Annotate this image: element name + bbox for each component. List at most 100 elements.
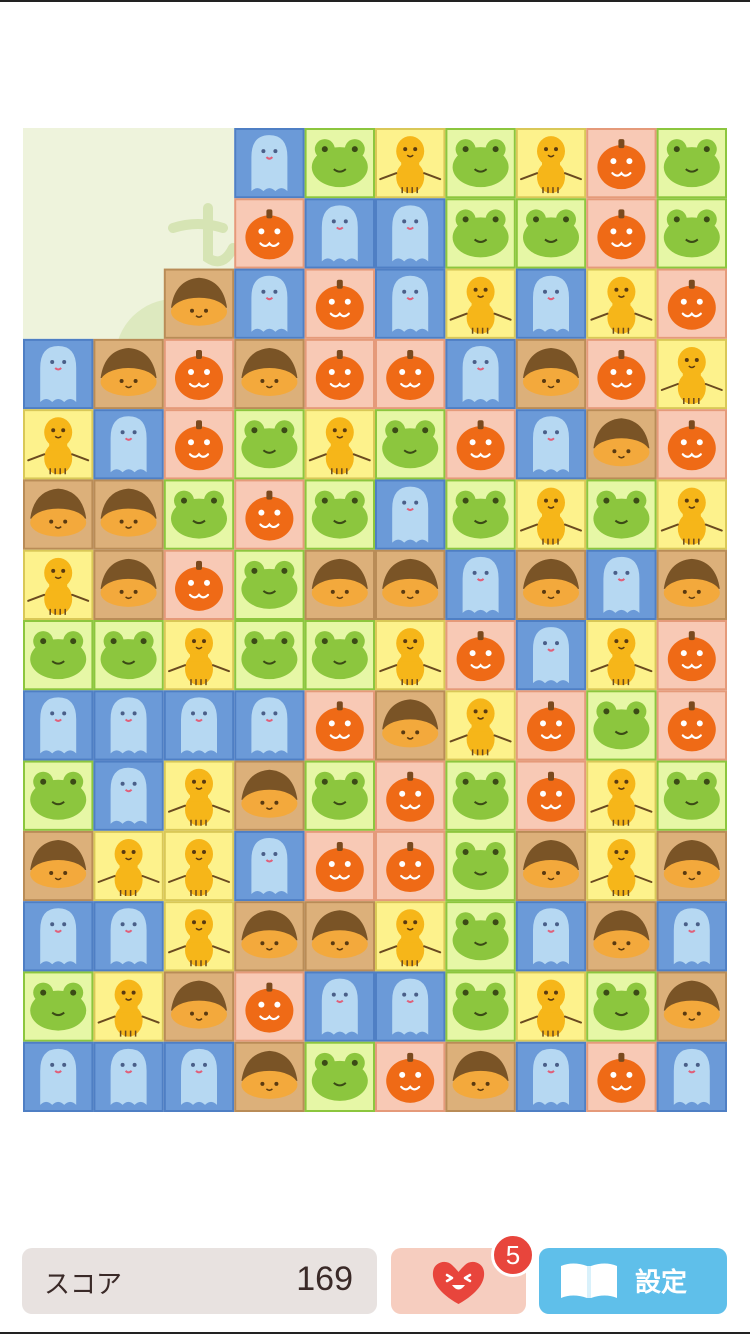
ghost-tile[interactable]: [656, 901, 727, 972]
ghost-tile[interactable]: [515, 409, 587, 480]
ghost-tile[interactable]: [234, 268, 305, 339]
pumpkin-tile[interactable]: [656, 620, 727, 691]
frog-tile[interactable]: [445, 128, 516, 199]
pumpkin-tile[interactable]: [375, 760, 446, 831]
ghost-tile[interactable]: [515, 1041, 587, 1112]
peanut-tile[interactable]: [163, 830, 235, 902]
frog-tile[interactable]: [445, 760, 516, 831]
frog-tile[interactable]: [656, 128, 727, 199]
frog-tile[interactable]: [304, 620, 376, 691]
peanut-tile[interactable]: [656, 479, 727, 550]
frog-tile[interactable]: [656, 760, 727, 831]
ghost-tile[interactable]: [375, 479, 446, 550]
chestnut-tile[interactable]: [304, 901, 376, 972]
pumpkin-tile[interactable]: [234, 479, 305, 550]
frog-tile[interactable]: [304, 760, 376, 831]
ghost-tile[interactable]: [163, 1041, 235, 1112]
frog-tile[interactable]: [304, 1041, 376, 1112]
chestnut-tile[interactable]: [515, 549, 587, 621]
chestnut-tile[interactable]: [163, 268, 235, 339]
ghost-tile[interactable]: [586, 549, 657, 621]
frog-tile[interactable]: [586, 690, 657, 761]
frog-tile[interactable]: [586, 971, 657, 1042]
peanut-tile[interactable]: [445, 690, 516, 761]
pumpkin-tile[interactable]: [375, 338, 446, 410]
pumpkin-tile[interactable]: [586, 198, 657, 269]
ghost-tile[interactable]: [93, 760, 164, 831]
frog-tile[interactable]: [375, 409, 446, 480]
ghost-tile[interactable]: [375, 268, 446, 339]
pumpkin-tile[interactable]: [445, 409, 516, 480]
ghost-tile[interactable]: [93, 690, 164, 761]
pumpkin-tile[interactable]: [163, 338, 235, 410]
ghost-tile[interactable]: [304, 198, 376, 269]
pumpkin-tile[interactable]: [163, 549, 235, 621]
frog-tile[interactable]: [163, 479, 235, 550]
ghost-tile[interactable]: [23, 690, 94, 761]
ghost-tile[interactable]: [93, 901, 164, 972]
pumpkin-tile[interactable]: [163, 409, 235, 480]
pumpkin-tile[interactable]: [656, 268, 727, 339]
pumpkin-tile[interactable]: [586, 338, 657, 410]
chestnut-tile[interactable]: [304, 549, 376, 621]
pumpkin-tile[interactable]: [234, 971, 305, 1042]
pumpkin-tile[interactable]: [586, 128, 657, 199]
frog-tile[interactable]: [445, 971, 516, 1042]
ghost-tile[interactable]: [163, 690, 235, 761]
pumpkin-tile[interactable]: [586, 1041, 657, 1112]
game-board[interactable]: [23, 128, 727, 1112]
peanut-tile[interactable]: [375, 901, 446, 972]
frog-tile[interactable]: [586, 479, 657, 550]
peanut-tile[interactable]: [515, 971, 587, 1042]
chestnut-tile[interactable]: [656, 549, 727, 621]
chestnut-tile[interactable]: [586, 409, 657, 480]
peanut-tile[interactable]: [445, 268, 516, 339]
frog-tile[interactable]: [515, 198, 587, 269]
frog-tile[interactable]: [304, 128, 376, 199]
peanut-tile[interactable]: [515, 479, 587, 550]
peanut-tile[interactable]: [23, 549, 94, 621]
chestnut-tile[interactable]: [515, 830, 587, 902]
peanut-tile[interactable]: [586, 830, 657, 902]
chestnut-tile[interactable]: [234, 1041, 305, 1112]
chestnut-tile[interactable]: [93, 338, 164, 410]
frog-tile[interactable]: [445, 901, 516, 972]
settings-button[interactable]: 設定: [539, 1248, 727, 1314]
ghost-tile[interactable]: [375, 971, 446, 1042]
chestnut-tile[interactable]: [23, 830, 94, 902]
ghost-tile[interactable]: [515, 268, 587, 339]
peanut-tile[interactable]: [515, 128, 587, 199]
peanut-tile[interactable]: [586, 760, 657, 831]
ghost-tile[interactable]: [93, 1041, 164, 1112]
chestnut-tile[interactable]: [234, 901, 305, 972]
pumpkin-tile[interactable]: [656, 690, 727, 761]
pumpkin-tile[interactable]: [375, 1041, 446, 1112]
frog-tile[interactable]: [23, 760, 94, 831]
chestnut-tile[interactable]: [23, 479, 94, 550]
ghost-tile[interactable]: [515, 901, 587, 972]
pumpkin-tile[interactable]: [234, 198, 305, 269]
frog-tile[interactable]: [656, 198, 727, 269]
ghost-tile[interactable]: [375, 198, 446, 269]
ghost-tile[interactable]: [23, 338, 94, 410]
peanut-tile[interactable]: [163, 620, 235, 691]
chestnut-tile[interactable]: [445, 1041, 516, 1112]
chestnut-tile[interactable]: [93, 549, 164, 621]
frog-tile[interactable]: [445, 198, 516, 269]
ghost-tile[interactable]: [515, 620, 587, 691]
peanut-tile[interactable]: [375, 128, 446, 199]
chestnut-tile[interactable]: [163, 971, 235, 1042]
chestnut-tile[interactable]: [656, 971, 727, 1042]
frog-tile[interactable]: [93, 620, 164, 691]
ghost-tile[interactable]: [234, 690, 305, 761]
peanut-tile[interactable]: [23, 409, 94, 480]
chestnut-tile[interactable]: [375, 690, 446, 761]
frog-tile[interactable]: [234, 409, 305, 480]
chestnut-tile[interactable]: [375, 549, 446, 621]
ghost-tile[interactable]: [93, 409, 164, 480]
peanut-tile[interactable]: [93, 971, 164, 1042]
pumpkin-tile[interactable]: [304, 690, 376, 761]
ghost-tile[interactable]: [656, 1041, 727, 1112]
ghost-tile[interactable]: [445, 549, 516, 621]
peanut-tile[interactable]: [163, 760, 235, 831]
